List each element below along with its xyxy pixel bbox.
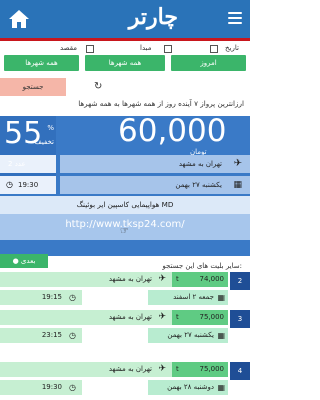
- header-divider: [0, 38, 250, 41]
- pointer-cursor-icon: ☞: [120, 226, 129, 237]
- flight-route-cell: تهران به مشهد ✈: [0, 362, 172, 377]
- origin-label: مبدا: [140, 44, 152, 52]
- time-cell: ◷ 19:30: [0, 176, 56, 194]
- refresh-icon[interactable]: ↻: [94, 81, 102, 92]
- route-text: تهران به مشهد: [178, 160, 222, 168]
- clock-icon: ◷: [6, 180, 13, 189]
- currency-symbol: t: [176, 275, 179, 283]
- discount-label: تخفیف: [34, 138, 54, 146]
- flight-time-cell: 23:15 ◷: [0, 328, 82, 343]
- flight-route-cell: تهران به مشهد ✈: [0, 272, 172, 287]
- flight-time: 23:15: [41, 331, 62, 339]
- headline: ارزانترین پرواز ۷ آینده روز از همه شهرها…: [78, 99, 244, 108]
- currency-symbol: t: [176, 313, 179, 321]
- flight-date: دوشنبه ۲۸ بهمن: [167, 383, 214, 391]
- origin-dropdown-icon[interactable]: [164, 45, 172, 53]
- flight-date-cell: جمعه ۲ اسفند ▦: [148, 290, 228, 305]
- plane-icon: ✈: [158, 364, 166, 374]
- date-select[interactable]: امروز: [171, 55, 246, 71]
- deal-time: 19:30: [18, 181, 39, 189]
- flight-time: 19:30: [41, 383, 62, 391]
- flight-time-cell: 19:30 ◷: [0, 380, 82, 395]
- flight-price-cell: t 75,000: [172, 362, 228, 377]
- flight-index: 2: [230, 272, 250, 290]
- origin-select[interactable]: همه شهرها: [85, 55, 165, 71]
- deal-price: 60,000: [118, 113, 227, 149]
- destination-dropdown-icon[interactable]: [86, 45, 94, 53]
- deal-date: یکشنبه ۲۷ بهمن: [175, 181, 222, 189]
- calendar-icon: ▦: [217, 331, 225, 340]
- flight-price: 74,000: [199, 275, 225, 283]
- plane-icon: ✈: [158, 274, 166, 284]
- flight-date-cell: دوشنبه ۲۸ بهمن ▦: [148, 380, 228, 395]
- flight-price-cell: t 74,000: [172, 272, 228, 287]
- flight-price-cell: t 75,000: [172, 310, 228, 325]
- flight-index: 4: [230, 362, 250, 380]
- flight-route: تهران به مشهد: [108, 365, 152, 373]
- other-tickets-label: سایر بلیت های این جستجو:: [162, 262, 242, 270]
- flight-route: تهران به مشهد: [108, 275, 152, 283]
- flight-price: 75,000: [199, 313, 225, 321]
- destination-select[interactable]: همه شهرها: [4, 55, 79, 71]
- flight-route-cell: تهران به مشهد ✈: [0, 310, 172, 325]
- logo[interactable]: چارتر: [129, 4, 179, 30]
- calendar-icon: ▦: [217, 383, 225, 392]
- seats-cell: 2 عدد: [0, 155, 56, 173]
- route-cell: تهران به مشهد ✈: [60, 155, 250, 173]
- plane-icon: ✈: [158, 312, 166, 322]
- top-bar: چارتر: [0, 0, 250, 38]
- date-dropdown-icon[interactable]: [210, 45, 218, 53]
- calendar-icon: ▦: [233, 180, 242, 190]
- percent-sign: %: [47, 124, 54, 132]
- flight-time: 19:15: [41, 293, 62, 301]
- flight-row[interactable]: 4 t 75,000 تهران به مشهد ✈ دوشنبه ۲۸ بهم…: [0, 360, 250, 400]
- plus-icon: ●: [12, 257, 19, 265]
- flight-date: یکشنبه ۲۷ بهمن: [167, 331, 214, 339]
- clock-icon: ◷: [69, 293, 76, 302]
- flight-time-cell: 19:15 ◷: [0, 290, 82, 305]
- currency-symbol: t: [176, 365, 179, 373]
- flight-row[interactable]: 3 t 75,000 تهران به مشهد ✈ یکشنبه ۲۷ بهم…: [0, 308, 250, 348]
- plane-icon: ✈: [233, 158, 242, 169]
- flight-route: تهران به مشهد: [108, 313, 152, 321]
- next-label: بعدی: [20, 257, 36, 265]
- flight-index: 3: [230, 310, 250, 328]
- seats-count: 2 عدد: [8, 160, 26, 168]
- destination-label: مقصد: [60, 44, 78, 52]
- calendar-icon: ▦: [217, 293, 225, 302]
- flight-price: 75,000: [199, 365, 225, 373]
- date-cell: یکشنبه ۲۷ بهمن ▦: [60, 176, 250, 194]
- flight-date-cell: یکشنبه ۲۷ بهمن ▦: [148, 328, 228, 343]
- clock-icon: ◷: [69, 383, 76, 392]
- search-button[interactable]: جستجو: [0, 78, 66, 96]
- date-label: تاریخ: [225, 44, 239, 52]
- home-icon[interactable]: [8, 9, 30, 29]
- menu-icon[interactable]: [228, 12, 242, 27]
- next-button[interactable]: ● بعدی: [0, 254, 48, 268]
- airline-name: هواپیمایی کاسپین ایر بوئینگ MD: [0, 196, 250, 214]
- flight-date: جمعه ۲ اسفند: [173, 293, 214, 301]
- clock-icon: ◷: [69, 331, 76, 340]
